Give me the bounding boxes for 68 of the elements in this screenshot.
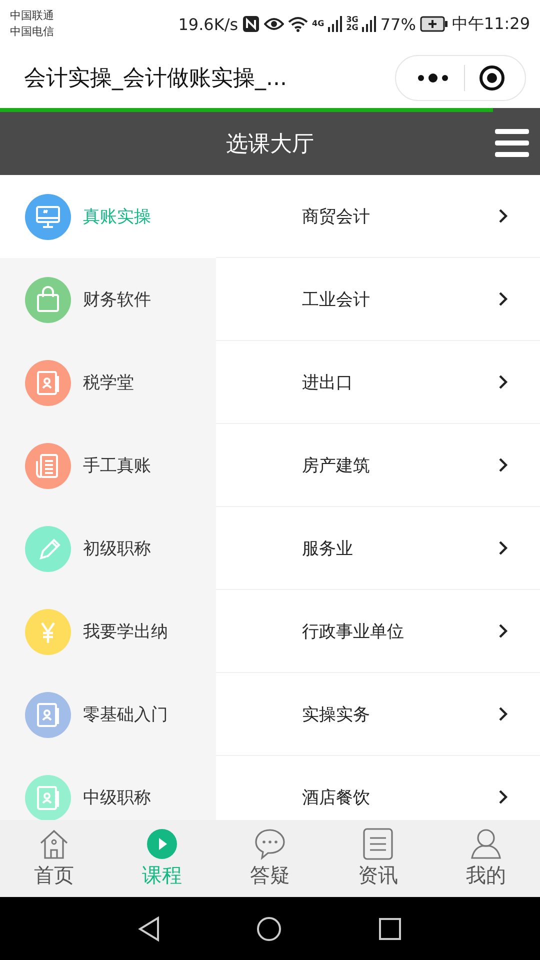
subcategory-label: 行政事业单位 bbox=[302, 620, 404, 642]
carrier-name: 中国电信 bbox=[10, 24, 54, 40]
subcategory-label: 商贸会计 bbox=[302, 206, 370, 228]
tab-item[interactable]: 资讯 bbox=[324, 820, 432, 897]
subcategory-item[interactable]: 工业会计 bbox=[216, 258, 540, 341]
network-type: 2G bbox=[346, 24, 358, 32]
subcategory-item[interactable]: 进出口 bbox=[216, 341, 540, 424]
chevron-right-icon bbox=[498, 208, 508, 224]
eye-icon bbox=[264, 16, 284, 32]
carrier-name: 中国联通 bbox=[10, 8, 54, 24]
battery-icon bbox=[420, 16, 448, 32]
category-label: 税学堂 bbox=[83, 372, 134, 394]
category-item[interactable]: 初级职称 bbox=[0, 507, 216, 590]
network-type: 4G bbox=[312, 20, 324, 28]
battery-percent: 77% bbox=[380, 14, 416, 34]
subcategory-item[interactable]: 商贸会计 bbox=[216, 175, 540, 258]
subcategory-label: 工业会计 bbox=[302, 288, 370, 310]
home-icon bbox=[38, 828, 70, 860]
page-title: 会计实操_会计做账实操_... bbox=[24, 65, 287, 93]
clock: 中午11:29 bbox=[452, 14, 530, 34]
category-item[interactable]: 税学堂 bbox=[0, 341, 216, 424]
subcategory-item[interactable]: 实操实务 bbox=[216, 673, 540, 756]
subcategory-label: 房产建筑 bbox=[302, 454, 370, 476]
category-label: 中级职称 bbox=[83, 787, 151, 809]
chevron-right-icon bbox=[498, 789, 508, 805]
category-label: 真账实操 bbox=[83, 206, 151, 228]
category-label: 财务软件 bbox=[83, 289, 151, 311]
subcategory-label: 实操实务 bbox=[302, 704, 370, 726]
category-label: 初级职称 bbox=[83, 538, 151, 560]
category-item[interactable]: 手工真账 bbox=[0, 424, 216, 507]
network-type: 3G bbox=[346, 16, 358, 24]
category-item[interactable]: 零基础入门 bbox=[0, 673, 216, 756]
chevron-right-icon bbox=[498, 457, 508, 473]
nfc-icon bbox=[242, 15, 260, 33]
category-label: 零基础入门 bbox=[83, 704, 168, 726]
subcategory-label: 进出口 bbox=[302, 372, 353, 394]
tab-item[interactable]: 答疑 bbox=[216, 820, 324, 897]
news-icon bbox=[362, 828, 394, 860]
more-icon[interactable] bbox=[416, 72, 450, 84]
chevron-right-icon bbox=[498, 540, 508, 556]
subcategory-item[interactable]: 服务业 bbox=[216, 507, 540, 590]
tab-item[interactable]: 我的 bbox=[432, 820, 540, 897]
header-title: 选课大厅 bbox=[226, 130, 314, 158]
recents-icon[interactable] bbox=[378, 916, 402, 940]
chat-icon bbox=[254, 828, 286, 860]
chevron-right-icon bbox=[498, 291, 508, 307]
chevron-right-icon bbox=[498, 374, 508, 390]
wifi-icon bbox=[288, 16, 308, 32]
user-icon bbox=[470, 828, 502, 860]
play-icon bbox=[146, 828, 178, 860]
menu-icon[interactable] bbox=[495, 129, 529, 157]
subcategory-label: 酒店餐饮 bbox=[302, 786, 370, 808]
subcategory-item[interactable]: 行政事业单位 bbox=[216, 590, 540, 673]
chevron-right-icon bbox=[498, 623, 508, 639]
network-speed: 19.6K/s bbox=[178, 14, 238, 34]
signal-icon bbox=[362, 16, 376, 32]
category-label: 我要学出纳 bbox=[83, 621, 168, 643]
tab-item[interactable]: 首页 bbox=[0, 820, 108, 897]
category-label: 手工真账 bbox=[83, 455, 151, 477]
subcategory-label: 服务业 bbox=[302, 538, 353, 560]
category-item[interactable]: 我要学出纳 bbox=[0, 590, 216, 673]
category-item[interactable]: 中级职称 bbox=[0, 756, 216, 820]
home-button-icon[interactable] bbox=[256, 916, 282, 942]
back-icon[interactable] bbox=[138, 916, 160, 942]
chevron-right-icon bbox=[498, 706, 508, 722]
signal-icon bbox=[328, 16, 342, 32]
category-item[interactable]: 财务软件 bbox=[0, 258, 216, 341]
subcategory-item[interactable]: 房产建筑 bbox=[216, 424, 540, 507]
